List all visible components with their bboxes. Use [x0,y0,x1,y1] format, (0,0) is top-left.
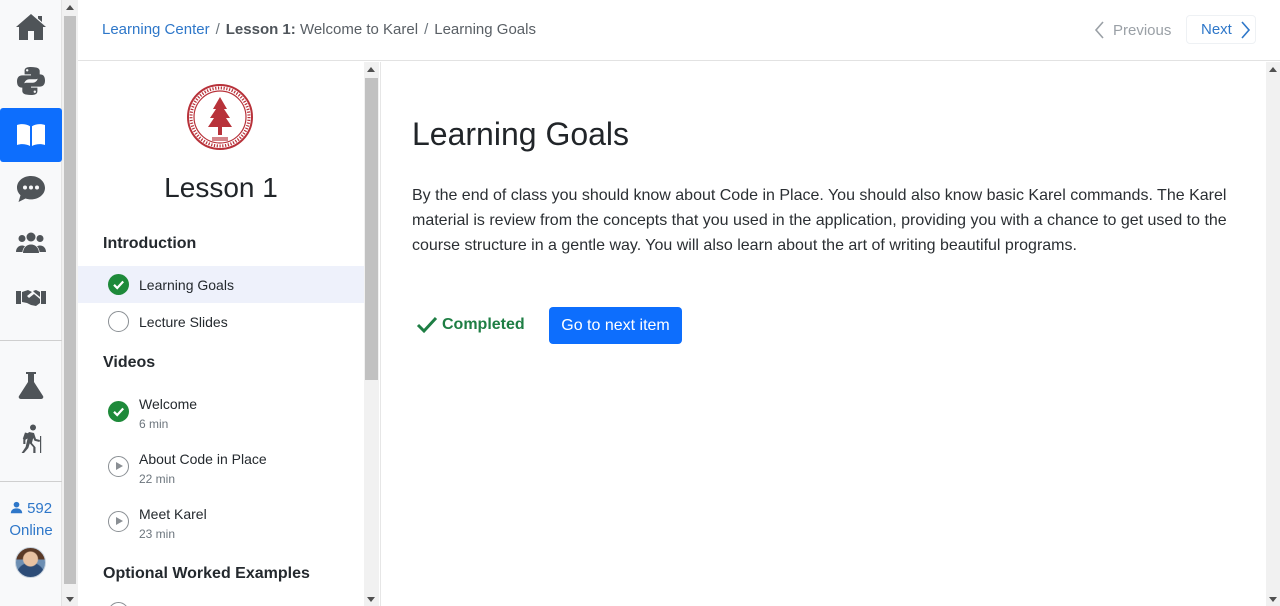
breadcrumb-separator: / [215,21,220,38]
breadcrumb: Learning Center / Lesson 1: Welcome to Kar… [102,21,536,38]
checkmark-icon [416,316,438,334]
list-item-duration: 22 min [139,472,176,486]
next-button[interactable]: Next [1186,15,1256,44]
app-rail: 592 Online [0,0,62,606]
handshake-icon [16,290,46,306]
users-icon [16,232,46,253]
online-label: Online [9,522,53,539]
lesson-item-lecture-slides[interactable]: Lecture Slides [78,303,364,340]
hiking-icon [21,424,42,453]
scroll-down-arrow[interactable] [66,597,74,602]
stanford-seal-logo [187,84,253,150]
scroll-thumb[interactable] [64,16,76,584]
rail-community[interactable] [0,216,62,270]
breadcrumb-lesson-name[interactable]: Welcome to Karel [300,21,418,38]
section-heading: Optional Worked Examples [103,565,310,582]
rail-home[interactable] [0,0,62,54]
rail-sections[interactable] [0,270,62,324]
scroll-up-arrow[interactable] [1269,67,1277,72]
chevron-left-icon [1094,21,1104,39]
check-circle-icon [108,274,129,295]
completed-label: Completed [442,316,525,333]
avatar[interactable] [15,547,46,578]
scroll-down-arrow[interactable] [1269,597,1277,602]
play-circle-icon [108,456,129,477]
rail-forum[interactable] [0,162,62,216]
python-icon [17,67,45,95]
breadcrumb-current: Learning Goals [434,21,536,38]
go-to-next-item-button[interactable]: Go to next item [549,307,682,344]
empty-circle-icon [108,602,129,606]
list-item-duration: 6 min [139,417,169,431]
check-circle-icon [108,401,129,422]
list-item-duration: 23 min [139,527,176,541]
rail-divider [0,340,62,341]
sidebar-scrollbar[interactable] [364,62,379,606]
list-item-label: About Code in Place [139,451,267,467]
lesson-item-learning-goals[interactable]: Learning Goals [78,266,364,303]
completed-status: Completed [416,315,525,335]
rail-learn[interactable] [0,108,62,162]
breadcrumb-separator: / [424,21,429,38]
rail-divider [0,481,62,482]
lesson-title: Lesson 1 [164,172,278,203]
list-item-label: Meet Karel [139,506,207,522]
book-open-icon [17,124,45,146]
chat-bubble-icon [17,176,45,202]
main-content: Learning Goals By the end of class you s… [380,62,1266,606]
main-scrollbar[interactable] [1266,62,1280,606]
scroll-down-arrow[interactable] [367,597,375,602]
rail-scrollbar[interactable] [62,0,78,606]
rail-explore[interactable] [0,412,62,466]
rail-lab[interactable] [0,358,62,412]
scroll-up-arrow[interactable] [367,67,375,72]
chevron-right-icon [1241,20,1250,39]
top-bar: Learning Center / Lesson 1: Welcome to Kar… [78,0,1280,61]
scroll-up-arrow[interactable] [66,5,74,10]
next-label: Next [1201,21,1232,38]
page-body: By the end of class you should know abou… [412,187,1227,254]
scroll-thumb[interactable] [365,78,378,380]
breadcrumb-lesson-prefix: Lesson 1: [225,21,296,38]
list-item-label: Learning Goals [139,277,234,293]
online-indicator: 592 Online [0,498,62,542]
previous-label: Previous [1113,21,1172,39]
page-title: Learning Goals [412,116,630,152]
list-item-label: Welcome [139,396,198,412]
lesson-sidebar: Lesson 1 Introduction Learning Goals Lec… [78,62,364,606]
lesson-item-meet-karel[interactable]: Meet Karel 23 min [78,498,364,546]
section-heading: Videos [103,354,156,371]
flask-icon [18,372,44,399]
breadcrumb-root-link[interactable]: Learning Center [102,21,210,38]
list-item-label: Lecture Slides [139,314,228,330]
rail-python[interactable] [0,54,62,108]
online-count: 592 [27,500,53,517]
section-heading: Introduction [103,235,197,252]
home-icon [16,14,46,40]
user-icon [10,501,23,514]
previous-button[interactable]: Previous [1094,18,1171,42]
play-circle-icon [108,511,129,532]
lesson-item-welcome[interactable]: Welcome 6 min [78,388,364,436]
empty-circle-icon [108,311,129,332]
lesson-item-about-code-in-place[interactable]: About Code in Place 22 min [78,443,364,491]
